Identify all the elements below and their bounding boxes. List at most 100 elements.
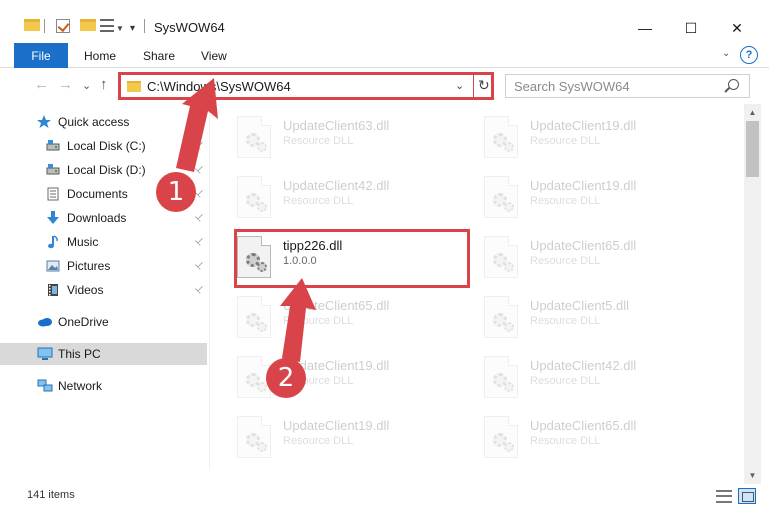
- recent-locations-button[interactable]: ⌄: [82, 79, 91, 92]
- sidebar-item-quick-access[interactable]: Quick access: [0, 111, 207, 133]
- status-bar: 141 items: [0, 484, 769, 517]
- sidebar-item-label: Pictures: [67, 259, 111, 273]
- properties-icon[interactable]: [56, 19, 70, 33]
- file-name: UpdateClient65.dll: [283, 298, 390, 313]
- file-item[interactable]: UpdateClient19.dll Resource DLL: [484, 172, 724, 228]
- file-description: Resource DLL: [283, 315, 354, 327]
- file-name: UpdateClient5.dll: [530, 298, 630, 313]
- file-description: Resource DLL: [283, 195, 354, 207]
- new-folder-icon[interactable]: [80, 19, 96, 31]
- rename-icon[interactable]: [100, 19, 114, 32]
- file-item[interactable]: UpdateClient63.dll Resource DLL: [237, 112, 477, 168]
- address-bar[interactable]: C:\Windows\SysWOW64 ⌄ ↻: [118, 72, 494, 100]
- address-path[interactable]: C:\Windows\SysWOW64: [147, 79, 291, 94]
- close-button[interactable]: ✕: [714, 14, 760, 42]
- sidebar-item-label: Quick access: [58, 115, 130, 129]
- sidebar-item-local-disk-c[interactable]: Local Disk (C:) ⊥: [0, 135, 207, 157]
- help-icon[interactable]: ?: [740, 46, 758, 64]
- details-view-icon[interactable]: [716, 490, 732, 503]
- file-name: UpdateClient19.dll: [283, 418, 390, 433]
- file-item[interactable]: UpdateClient65.dll Resource DLL: [484, 412, 724, 468]
- file-description: Resource DLL: [530, 375, 601, 387]
- scroll-up-icon[interactable]: ▲: [744, 104, 761, 121]
- callout-badge-2: 2: [266, 358, 306, 398]
- drive-icon: [46, 139, 60, 152]
- gear-icon: [504, 262, 514, 272]
- tab-home[interactable]: Home: [84, 49, 116, 63]
- sidebar-item-pictures[interactable]: Pictures ⊥: [0, 255, 207, 277]
- customize-qa-icon[interactable]: ▾: [130, 23, 135, 34]
- maximize-button[interactable]: ☐: [668, 14, 714, 42]
- dll-file-icon: [484, 416, 518, 458]
- pin-icon: ⊥: [192, 258, 207, 273]
- quick-access-separator: [44, 19, 45, 33]
- gear-icon: [504, 442, 514, 452]
- search-icon[interactable]: [728, 79, 739, 90]
- pictures-icon: [46, 259, 60, 272]
- sidebar-item-label: Videos: [67, 283, 104, 297]
- search-input[interactable]: Search SysWOW64: [505, 74, 750, 98]
- file-item[interactable]: UpdateClient65.dll Resource DLL: [484, 232, 724, 288]
- sidebar-item-onedrive[interactable]: OneDrive: [0, 311, 207, 333]
- file-item[interactable]: UpdateClient19.dll Resource DLL: [237, 412, 477, 468]
- dll-file-icon: [484, 296, 518, 338]
- sidebar-item-label: Local Disk (C:): [67, 139, 146, 153]
- file-item[interactable]: UpdateClient5.dll Resource DLL: [484, 292, 724, 348]
- videos-icon: [46, 283, 60, 296]
- tab-file[interactable]: File: [14, 43, 68, 68]
- gear-icon: [257, 442, 267, 452]
- file-description: Resource DLL: [530, 315, 601, 327]
- dll-file-icon: [237, 176, 271, 218]
- tab-share[interactable]: Share: [143, 49, 175, 63]
- sidebar-item-this-pc[interactable]: This PC: [0, 343, 207, 365]
- drive-icon: [46, 163, 60, 176]
- minimize-button[interactable]: —: [622, 14, 668, 42]
- sidebar-item-label: This PC: [58, 347, 101, 361]
- window-title: SysWOW64: [154, 20, 225, 35]
- qa-dropdown-icon[interactable]: ▼: [116, 24, 124, 33]
- sidebar-item-music[interactable]: Music ⊥: [0, 231, 207, 253]
- dll-file-icon: [484, 176, 518, 218]
- sidebar-item-label: Documents: [67, 187, 128, 201]
- address-dropdown-icon[interactable]: ⌄: [455, 79, 464, 92]
- pin-icon: ⊥: [192, 210, 207, 225]
- file-item[interactable]: UpdateClient19.dll Resource DLL: [484, 112, 724, 168]
- folder-icon: [24, 19, 40, 31]
- file-item[interactable]: UpdateClient42.dll Resource DLL: [237, 172, 477, 228]
- item-count: 141 items: [27, 489, 75, 501]
- vertical-scrollbar[interactable]: ▲ ▼: [744, 104, 761, 484]
- dll-file-icon: [484, 236, 518, 278]
- tab-view[interactable]: View: [201, 49, 227, 63]
- back-button[interactable]: ←: [34, 76, 49, 93]
- file-description: Resource DLL: [530, 135, 601, 147]
- ribbon-expand-icon[interactable]: ⌄: [722, 48, 730, 59]
- scroll-thumb[interactable]: [746, 121, 759, 177]
- refresh-icon[interactable]: ↻: [478, 77, 490, 94]
- sidebar-item-network[interactable]: Network: [0, 375, 207, 397]
- tiles-view-icon[interactable]: [738, 488, 756, 504]
- file-name: UpdateClient65.dll: [530, 238, 637, 253]
- sidebar-item-label: Downloads: [67, 211, 127, 225]
- up-button[interactable]: ↑: [100, 76, 108, 93]
- file-description: Resource DLL: [283, 435, 354, 447]
- dll-file-icon: [237, 296, 271, 338]
- file-item[interactable]: UpdateClient65.dll Resource DLL: [237, 292, 477, 348]
- sidebar-item-label: Network: [58, 379, 103, 393]
- dll-file-icon: [484, 116, 518, 158]
- file-name: UpdateClient42.dll: [283, 178, 390, 193]
- ribbon-tabs: File Home Share View ⌄ ?: [0, 43, 769, 68]
- navigation-bar: ← → ⌄ ↑ C:\Windows\SysWOW64 ⌄ ↻ Search S…: [0, 70, 769, 102]
- navigation-pane: Quick access Local Disk (C:) ⊥ Local Disk (…: [0, 104, 210, 469]
- file-item[interactable]: UpdateClient42.dll Resource DLL: [484, 352, 724, 408]
- forward-button[interactable]: →: [58, 76, 73, 93]
- gear-icon: [257, 382, 267, 392]
- scroll-down-icon[interactable]: ▼: [744, 467, 761, 484]
- star-icon: [37, 115, 51, 128]
- file-name: UpdateClient19.dll: [530, 118, 637, 133]
- documents-icon: [46, 187, 60, 201]
- music-icon: [46, 235, 60, 249]
- target-file-highlight: [234, 229, 470, 288]
- sidebar-item-videos[interactable]: Videos ⊥: [0, 279, 207, 301]
- title-bar: ▼ ▾ SysWOW64 — ☐ ✕: [0, 0, 769, 40]
- pin-icon: ⊥: [192, 162, 207, 177]
